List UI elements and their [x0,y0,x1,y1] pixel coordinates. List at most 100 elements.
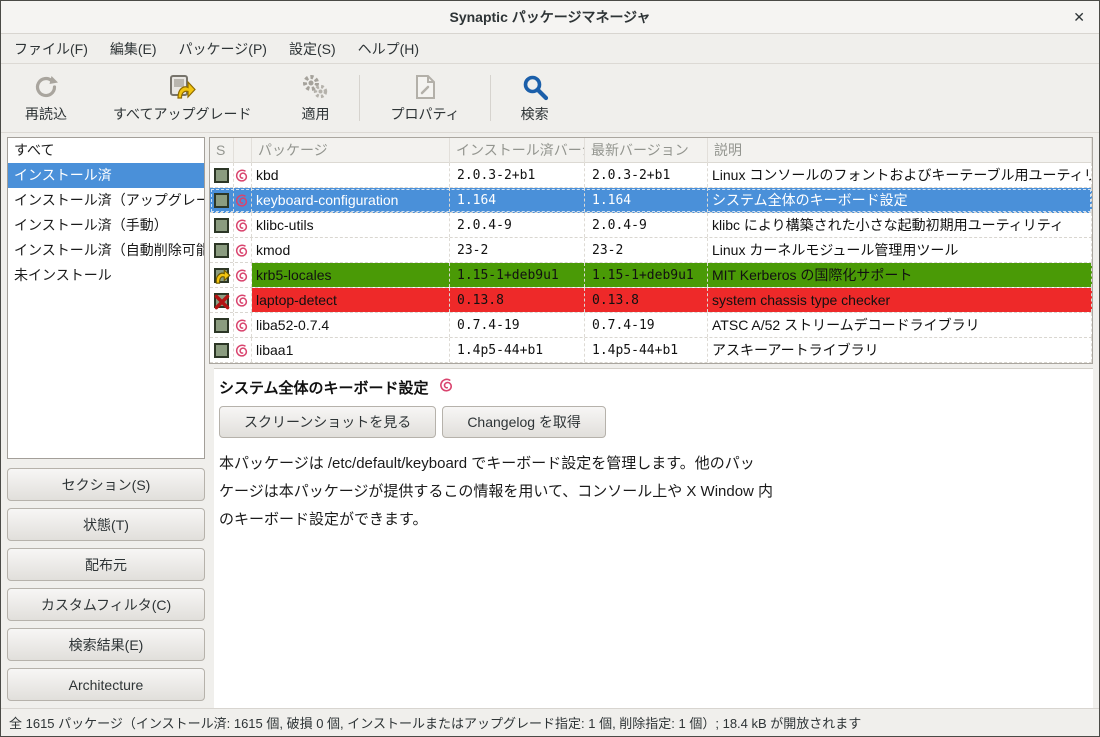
installed-checkbox-icon [214,168,229,183]
package-name-cell[interactable]: liba52-0.7.4 [252,313,450,337]
toolbar-button[interactable]: 適用 [295,67,335,129]
installed-checkbox-icon [214,343,229,358]
installed-version-cell[interactable]: 1.164 [450,188,585,212]
column-header[interactable]: パッケージ [252,138,450,163]
package-name-cell[interactable]: libaa1 [252,338,450,362]
description-cell[interactable]: system chassis type checker [708,288,1092,312]
installed-version-cell[interactable]: 23-2 [450,238,585,262]
sidebar: すべてインストール済インストール済（アップグレード可）インストール済（手動）イン… [1,133,209,708]
titlebar[interactable]: Synaptic パッケージマネージャ ✕ [1,1,1099,34]
installed-version-cell[interactable]: 2.0.3-2+b1 [450,163,585,187]
menu-item[interactable]: 編集(E) [99,34,168,63]
toolbar-button[interactable]: すべてアップグレード [107,67,257,129]
package-name-cell[interactable]: keyboard-configuration [252,188,450,212]
sidebar-button[interactable]: セクション(S) [7,468,205,501]
package-row[interactable]: krb5-locales1.15-1+deb9u11.15-1+deb9u1MI… [210,263,1092,288]
reload-icon [33,72,59,102]
sidebar-button[interactable]: カスタムフィルタ(C) [7,588,205,621]
sidebar-button[interactable]: Architecture [7,668,205,701]
package-row[interactable]: liba52-0.7.40.7.4-190.7.4-19ATSC A/52 スト… [210,313,1092,338]
details-title: システム全体のキーボード設定 [219,377,429,398]
debian-swirl-icon [438,377,454,398]
menu-item[interactable]: 設定(S) [278,34,347,63]
package-name-cell[interactable]: klibc-utils [252,213,450,237]
package-row[interactable]: keyboard-configuration1.1641.164システム全体のキ… [210,188,1092,213]
main-content: すべてインストール済インストール済（アップグレード可）インストール済（手動）イン… [1,133,1099,708]
column-header[interactable]: S [210,138,234,163]
column-header[interactable]: インストール済バージョン [450,138,585,163]
status-cell[interactable] [210,213,234,237]
upgrade-all-icon [167,72,197,102]
column-header[interactable]: 説明 [708,138,1092,163]
description-cell[interactable]: klibc により構築された小さな起動初期用ユーティリティ [708,213,1092,237]
details-panel: システム全体のキーボード設定 スクリーンショットを見るChangelog を取得… [214,368,1093,708]
statusbar-text: 全 1615 パッケージ（インストール済: 1615 個, 破損 0 個, イン… [9,713,861,732]
column-header[interactable]: 最新バージョン [585,138,708,163]
sidebar-button[interactable]: 検索結果(E) [7,628,205,661]
toolbar-button[interactable]: プロパティ [384,67,465,129]
installed-version-cell[interactable]: 1.15-1+deb9u1 [450,263,585,287]
package-row[interactable]: kmod23-223-2Linux カーネルモジュール管理用ツール [210,238,1092,263]
description-cell[interactable]: アスキーアートライブラリ [708,338,1092,362]
filter-item[interactable]: インストール済（手動） [8,213,204,238]
latest-version-cell[interactable]: 2.0.3-2+b1 [585,163,708,187]
latest-version-cell[interactable]: 1.164 [585,188,708,212]
latest-version-cell[interactable]: 1.4p5-44+b1 [585,338,708,362]
package-row[interactable]: laptop-detect0.13.80.13.8system chassis … [210,288,1092,313]
right-pane: Sパッケージインストール済バージョン最新バージョン説明 kbd2.0.3-2+b… [209,133,1099,708]
filter-item[interactable]: インストール済 [8,163,204,188]
status-cell[interactable] [210,263,234,287]
description-cell[interactable]: Linux カーネルモジュール管理用ツール [708,238,1092,262]
column-header[interactable] [1092,138,1093,163]
status-cell[interactable] [210,313,234,337]
package-description: 本パッケージは /etc/default/keyboard でキーボード設定を管… [219,450,1081,534]
installed-version-cell[interactable]: 2.0.4-9 [450,213,585,237]
status-cell[interactable] [210,188,234,212]
filter-item[interactable]: インストール済（自動削除可能） [8,238,204,263]
statusbar: 全 1615 パッケージ（インストール済: 1615 個, 破損 0 個, イン… [1,708,1099,736]
close-icon[interactable]: ✕ [1073,8,1085,26]
toolbar-separator [490,75,491,121]
status-cell[interactable] [210,338,234,362]
status-cell[interactable] [210,238,234,262]
properties-icon [413,72,437,102]
menu-item[interactable]: パッケージ(P) [168,34,278,63]
filter-item[interactable]: インストール済（アップグレード可） [8,188,204,213]
sidebar-button[interactable]: 状態(T) [7,508,205,541]
filter-item[interactable]: すべて [8,138,204,163]
details-action-button[interactable]: Changelog を取得 [442,406,606,438]
status-cell[interactable] [210,288,234,312]
sidebar-button[interactable]: 配布元 [7,548,205,581]
latest-version-cell[interactable]: 0.7.4-19 [585,313,708,337]
package-row[interactable]: klibc-utils2.0.4-92.0.4-9klibc により構築された小… [210,213,1092,238]
installed-version-cell[interactable]: 1.4p5-44+b1 [450,338,585,362]
menu-item[interactable]: ファイル(F) [3,34,99,63]
description-cell[interactable]: システム全体のキーボード設定 [708,188,1092,212]
remove-marker-icon [214,293,229,308]
package-row[interactable]: kbd2.0.3-2+b12.0.3-2+b1Linux コンソールのフォントお… [210,163,1092,188]
status-cell[interactable] [210,163,234,187]
latest-version-cell[interactable]: 0.13.8 [585,288,708,312]
installed-version-cell[interactable]: 0.7.4-19 [450,313,585,337]
toolbar-button[interactable]: 検索 [515,67,555,129]
package-row[interactable]: libaa11.4p5-44+b11.4p5-44+b1アスキーアートライブラリ [210,338,1092,363]
latest-version-cell[interactable]: 1.15-1+deb9u1 [585,263,708,287]
package-name-cell[interactable]: laptop-detect [252,288,450,312]
package-name-cell[interactable]: kmod [252,238,450,262]
package-name-cell[interactable]: kbd [252,163,450,187]
debian-swirl-icon [234,238,252,262]
toolbar-button[interactable]: 再読込 [19,67,73,129]
filter-item[interactable]: 未インストール [8,263,204,288]
debian-swirl-icon [234,163,252,187]
column-header[interactable] [234,138,252,163]
description-cell[interactable]: ATSC A/52 ストリームデコードライブラリ [708,313,1092,337]
details-action-button[interactable]: スクリーンショットを見る [219,406,436,438]
installed-version-cell[interactable]: 0.13.8 [450,288,585,312]
latest-version-cell[interactable]: 23-2 [585,238,708,262]
description-cell[interactable]: Linux コンソールのフォントおよびキーテーブル用ユーティリティ [708,163,1092,187]
package-name-cell[interactable]: krb5-locales [252,263,450,287]
description-cell[interactable]: MIT Kerberos の国際化サポート [708,263,1092,287]
debian-swirl-icon [234,338,252,362]
latest-version-cell[interactable]: 2.0.4-9 [585,213,708,237]
menu-item[interactable]: ヘルプ(H) [347,34,430,63]
